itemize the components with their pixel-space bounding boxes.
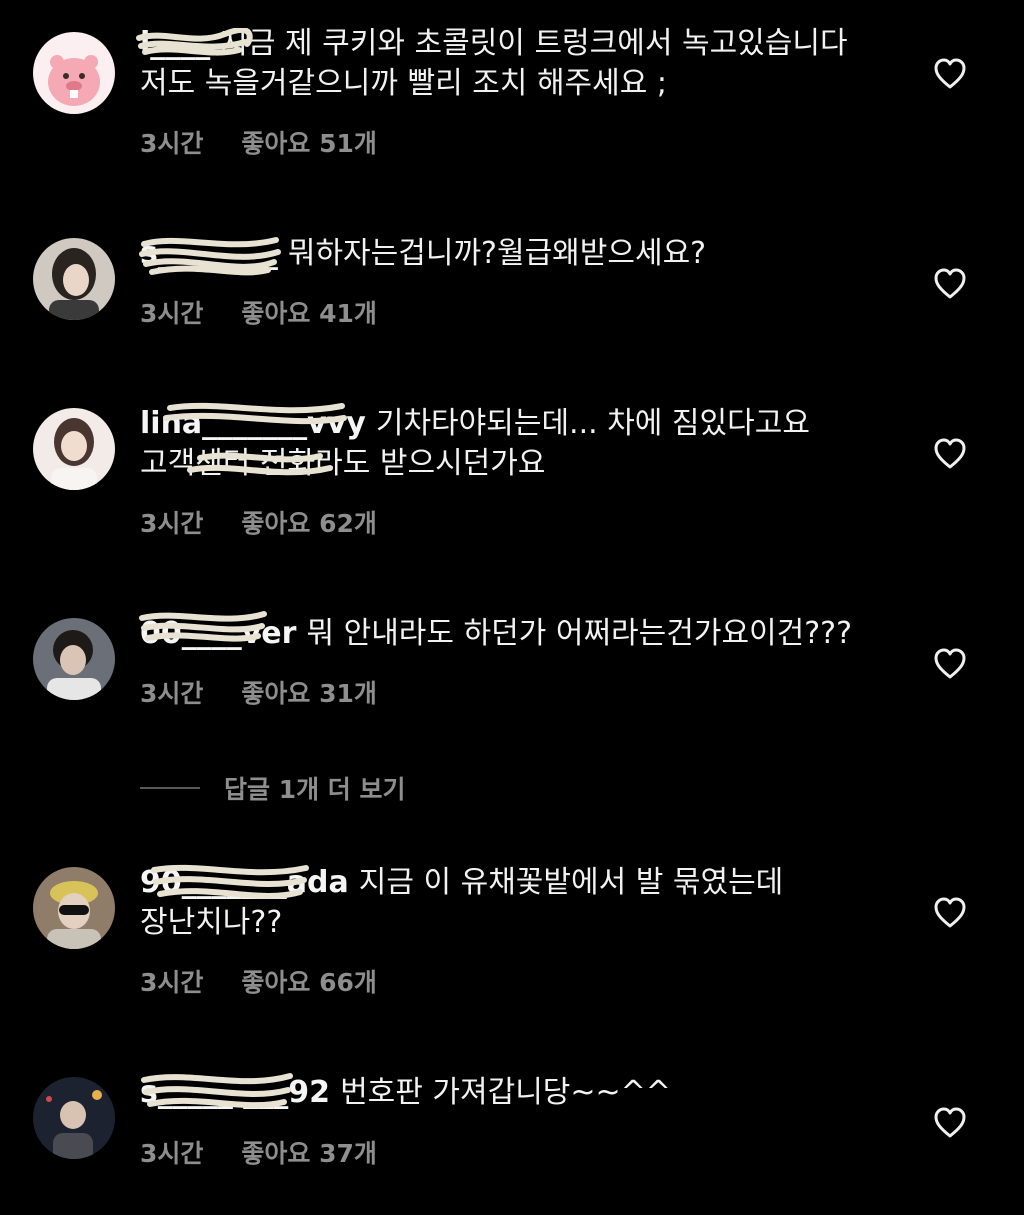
comment-likes[interactable]: 좋아요 41개 bbox=[241, 299, 377, 328]
comment-meta: 3시간 좋아요 41개 bbox=[140, 294, 377, 330]
comment-text: 뭐 안내라도 하던가 어쩌라는건가요이건??? bbox=[306, 616, 853, 651]
comment-body: l____ 지금 제 쿠키와 초콜릿이 트렁크에서 녹고있습니다 저도 녹을거같으… bbox=[140, 24, 880, 104]
person-avatar-image bbox=[33, 1077, 115, 1159]
comment-likes[interactable]: 좋아요 66개 bbox=[241, 968, 377, 997]
comment-time: 3시간 bbox=[140, 299, 204, 328]
comment-likes[interactable]: 좋아요 51개 bbox=[241, 129, 377, 158]
comment-body: 90_______ada 지금 이 유채꽃밭에서 발 묶였는데 장난치나?? bbox=[140, 863, 880, 943]
avatar[interactable] bbox=[33, 618, 115, 700]
person-avatar-image bbox=[33, 408, 115, 490]
comment-meta: 3시간 좋아요 62개 bbox=[140, 504, 377, 540]
comment-time: 3시간 bbox=[140, 129, 204, 158]
heart-outline-icon[interactable] bbox=[933, 438, 967, 470]
comment-username[interactable]: s_____ ___92 bbox=[140, 1075, 330, 1110]
avatar[interactable] bbox=[33, 1077, 115, 1159]
heart-outline-icon[interactable] bbox=[933, 648, 967, 680]
comment-meta: 3시간 좋아요 31개 bbox=[140, 674, 377, 710]
comment-time: 3시간 bbox=[140, 509, 204, 538]
comment-meta: 3시간 좋아요 51개 bbox=[140, 124, 377, 160]
comment-likes[interactable]: 좋아요 37개 bbox=[241, 1139, 377, 1168]
comment-meta: 3시간 좋아요 37개 bbox=[140, 1134, 377, 1170]
comment-text: 지금 제 쿠키와 초콜릿이 트렁크에서 녹고있습니다 저도 녹을거같으니까 빨리… bbox=[140, 26, 848, 101]
heart-outline-icon[interactable] bbox=[933, 268, 967, 300]
heart-outline-icon[interactable] bbox=[933, 58, 967, 90]
avatar[interactable] bbox=[33, 867, 115, 949]
view-more-replies-label: 답글 1개 더 보기 bbox=[224, 775, 406, 804]
comment-username[interactable]: 90_______ada bbox=[140, 865, 349, 900]
beaver-avatar-image bbox=[33, 32, 115, 114]
comment-likes[interactable]: 좋아요 31개 bbox=[241, 679, 377, 708]
comment-time: 3시간 bbox=[140, 679, 204, 708]
person-avatar-image bbox=[33, 867, 115, 949]
comment-body: s________ 뭐하자는겁니까?월급왜받으세요? bbox=[140, 234, 880, 274]
comment-time: 3시간 bbox=[140, 968, 204, 997]
avatar[interactable] bbox=[33, 32, 115, 114]
person-avatar-image bbox=[33, 238, 115, 320]
comment-body: lina_______vvy 기차타야되는데... 차에 짐있다고요 고객센터 전… bbox=[140, 404, 880, 484]
comment-username[interactable]: l____ bbox=[140, 26, 210, 61]
comment-body: s_____ ___92 번호판 가져갑니당~~^^ bbox=[140, 1073, 880, 1113]
heart-outline-icon[interactable] bbox=[933, 897, 967, 929]
comment-text: 뭐하자는겁니까?월급왜받으세요? bbox=[287, 236, 707, 271]
avatar[interactable] bbox=[33, 408, 115, 490]
comment-meta: 3시간 좋아요 66개 bbox=[140, 963, 377, 999]
comment-username[interactable]: 00____ver bbox=[140, 616, 296, 651]
heart-outline-icon[interactable] bbox=[933, 1107, 967, 1139]
comment-time: 3시간 bbox=[140, 1139, 204, 1168]
comment-username[interactable]: s________ bbox=[140, 236, 278, 271]
person-avatar-image bbox=[33, 618, 115, 700]
view-more-replies-button[interactable]: 답글 1개 더 보기 bbox=[140, 768, 406, 808]
comment-body: 00____ver 뭐 안내라도 하던가 어쩌라는건가요이건??? bbox=[140, 614, 880, 654]
comment-text: 번호판 가져갑니당~~^^ bbox=[340, 1075, 671, 1110]
replies-divider bbox=[140, 787, 200, 789]
avatar[interactable] bbox=[33, 238, 115, 320]
comment-likes[interactable]: 좋아요 62개 bbox=[241, 509, 377, 538]
comment-username[interactable]: lina_______vvy bbox=[140, 406, 366, 441]
